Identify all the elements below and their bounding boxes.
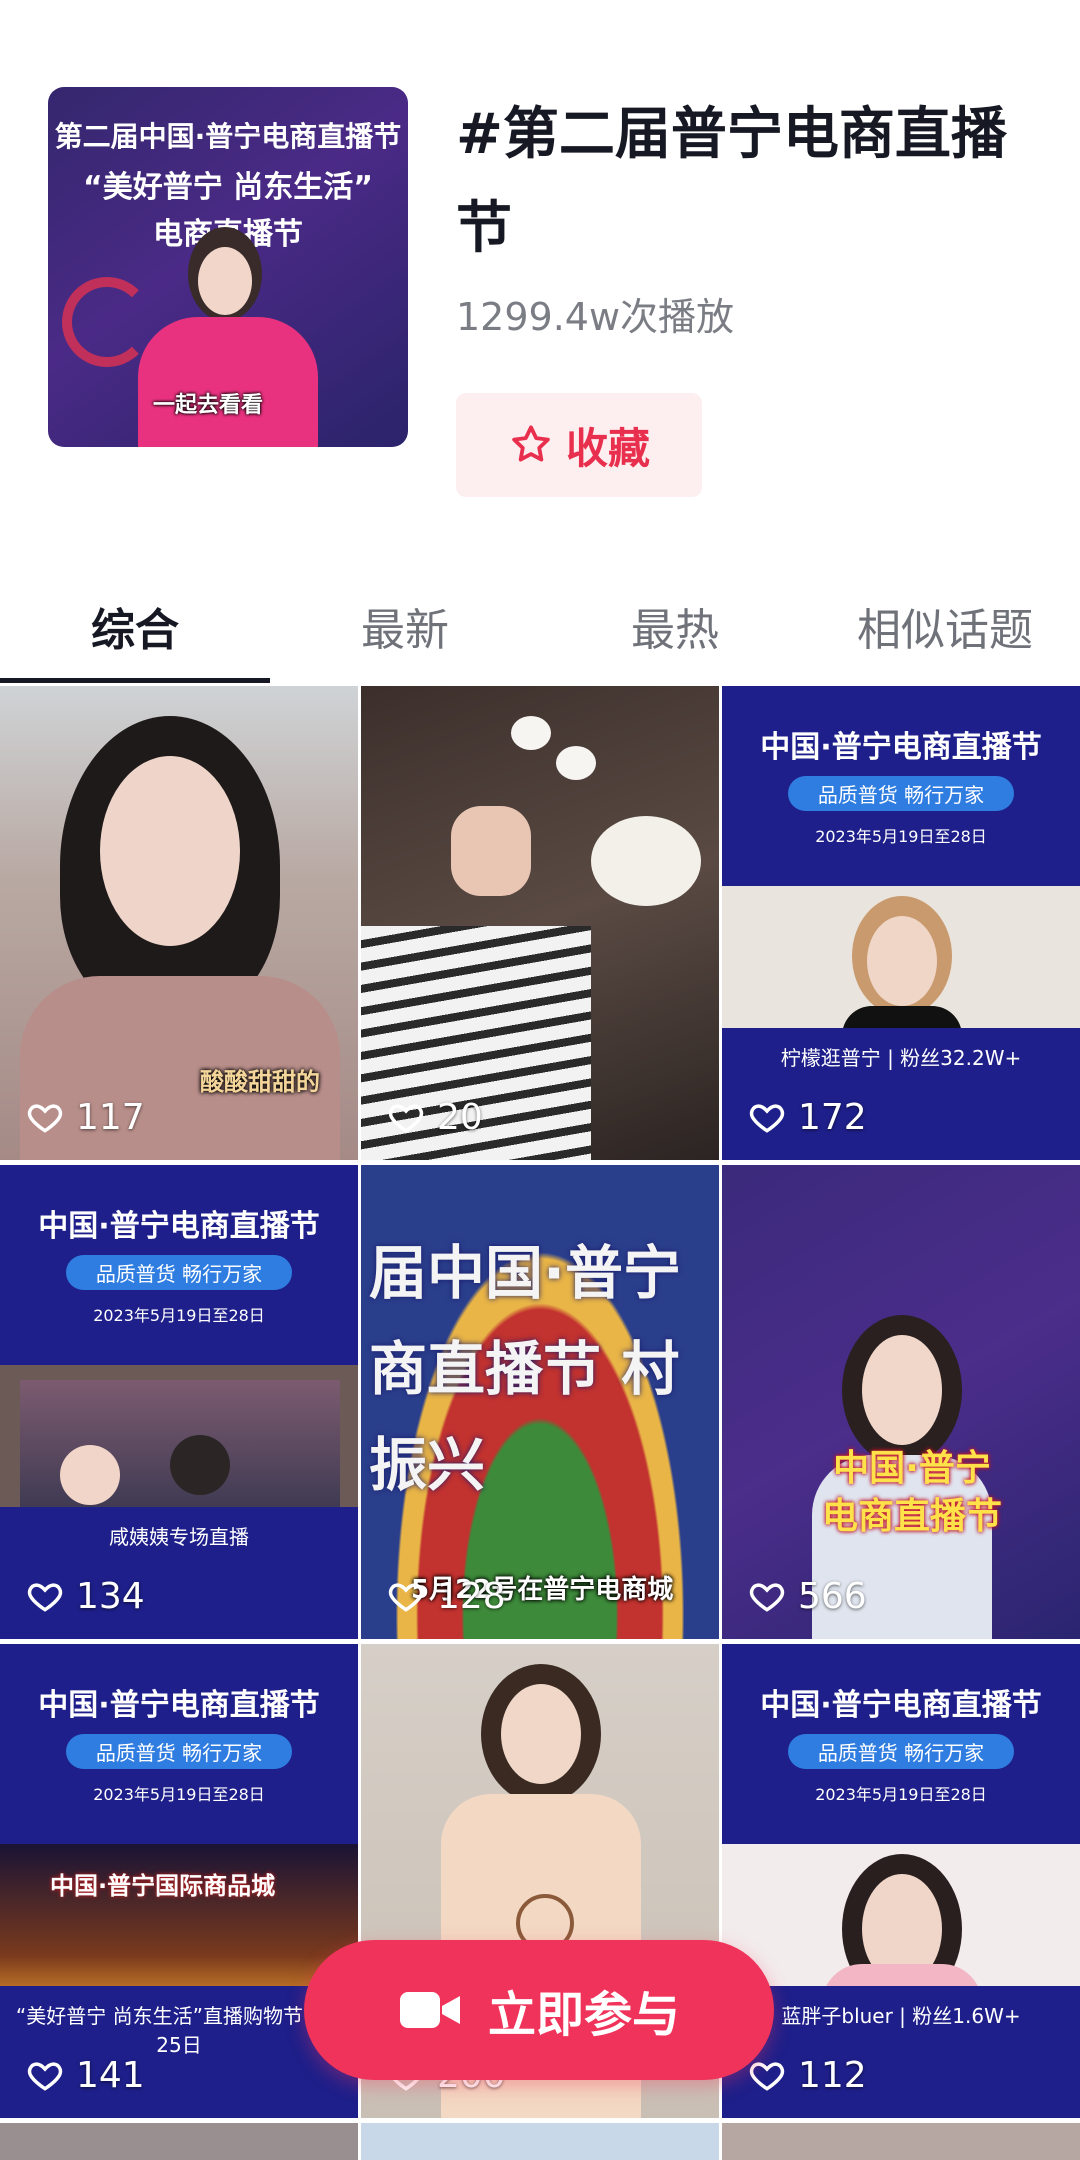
cover-line-1: 第二届中国·普宁电商直播节 <box>54 120 402 153</box>
heart-icon <box>388 1103 424 1133</box>
tab-hottest[interactable]: 最热 <box>540 570 810 682</box>
video-tile[interactable]: 中国·普宁电商直播节 品质普货 畅行万家 2023年5月19日至28日 中国·普… <box>0 1644 358 2118</box>
heart-icon <box>749 1582 785 1612</box>
star-icon <box>512 425 550 462</box>
heart-icon <box>388 1582 424 1612</box>
poster-header: 中国·普宁电商直播节 品质普货 畅行万家 2023年5月19日至28日 <box>0 1165 358 1365</box>
like-count: 172 <box>748 1097 867 1138</box>
topic-header: 第二届中国·普宁电商直播节 “美好普宁 尚东生活” 电商直播节 一起去看看 #第… <box>0 0 1080 570</box>
heart-icon <box>749 1103 785 1133</box>
video-tile[interactable]: 中国·普宁电商直播节 品质普货 畅行万家 2023年5月19日至28日 蓝胖子b… <box>722 1644 1080 2118</box>
poster-header: 中国·普宁电商直播节 品质普货 畅行万家 2023年5月19日至28日 <box>722 686 1080 886</box>
heart-icon <box>27 1103 63 1133</box>
topic-cover-image[interactable]: 第二届中国·普宁电商直播节 “美好普宁 尚东生活” 电商直播节 一起去看看 <box>48 87 408 447</box>
video-tile[interactable]: 20 <box>361 686 719 1160</box>
video-camera-icon <box>399 1992 460 2028</box>
like-count: 134 <box>26 1576 145 1617</box>
video-overlay-text: 酸酸甜甜的 <box>200 1068 320 1096</box>
topic-title: #第二届普宁电商直播节 <box>456 102 1007 261</box>
participate-button[interactable]: 立即参与 <box>304 1940 774 2080</box>
tab-bar: 综合 最新 最热 相似话题 <box>0 570 1080 682</box>
tab-latest[interactable]: 最新 <box>270 570 540 682</box>
cover-line-2: “美好普宁 尚东生活” <box>83 170 373 205</box>
poster-footer: 咸姨姨专场直播 <box>0 1507 358 1639</box>
video-tile[interactable]: 中国·普宁电商直播节 品质普货 畅行万家 2023年5月19日至28日 咸姨姨专… <box>0 1165 358 1639</box>
heart-icon <box>27 1582 63 1612</box>
like-count: 128 <box>387 1576 506 1617</box>
like-count: 20 <box>387 1097 483 1138</box>
video-tile[interactable] <box>361 2123 719 2160</box>
like-count: 566 <box>748 1576 867 1617</box>
poster-header: 中国·普宁电商直播节 品质普货 畅行万家 2023年5月19日至28日 <box>0 1644 358 1844</box>
video-tile[interactable]: 中国·普宁 电商直播节 566 <box>722 1165 1080 1639</box>
tab-similar-topics[interactable]: 相似话题 <box>810 570 1080 682</box>
video-tile[interactable] <box>722 2123 1080 2160</box>
participate-label: 立即参与 <box>487 1987 680 2043</box>
poster-footer: 柠檬逛普宁 | 粉丝32.2W+ <box>722 1028 1080 1160</box>
poster-footer: 蓝胖子bluer | 粉丝1.6W+ <box>722 1986 1080 2118</box>
like-count: 141 <box>26 2055 145 2096</box>
video-big-text: 中国·普宁 电商直播节 <box>821 1448 1002 1537</box>
like-count: 117 <box>26 1097 145 1138</box>
tab-comprehensive[interactable]: 综合 <box>0 570 270 682</box>
heart-icon <box>27 2061 63 2091</box>
poster-sign: 中国·普宁国际商品城 <box>50 1872 276 1900</box>
video-big-text: 届中国·普宁 商直播节 村振兴 <box>369 1239 682 1499</box>
video-tile[interactable] <box>0 2123 358 2160</box>
video-tile[interactable]: 届中国·普宁 商直播节 村振兴 5月22号在普宁电商城 128 <box>361 1165 719 1639</box>
favorite-label: 收藏 <box>565 423 650 473</box>
play-count: 1299.4w次播放 <box>456 295 735 339</box>
active-tab-indicator <box>0 678 270 683</box>
video-tile[interactable]: 酸酸甜甜的 117 <box>0 686 358 1160</box>
video-tile[interactable]: 中国·普宁电商直播节 品质普货 畅行万家 2023年5月19日至28日 柠檬逛普… <box>722 686 1080 1160</box>
favorite-button[interactable]: 收藏 <box>456 393 702 497</box>
like-count: 112 <box>748 2055 867 2096</box>
heart-icon <box>749 2061 785 2091</box>
poster-header: 中国·普宁电商直播节 品质普货 畅行万家 2023年5月19日至28日 <box>722 1644 1080 1844</box>
cover-caption: 一起去看看 <box>153 393 264 418</box>
